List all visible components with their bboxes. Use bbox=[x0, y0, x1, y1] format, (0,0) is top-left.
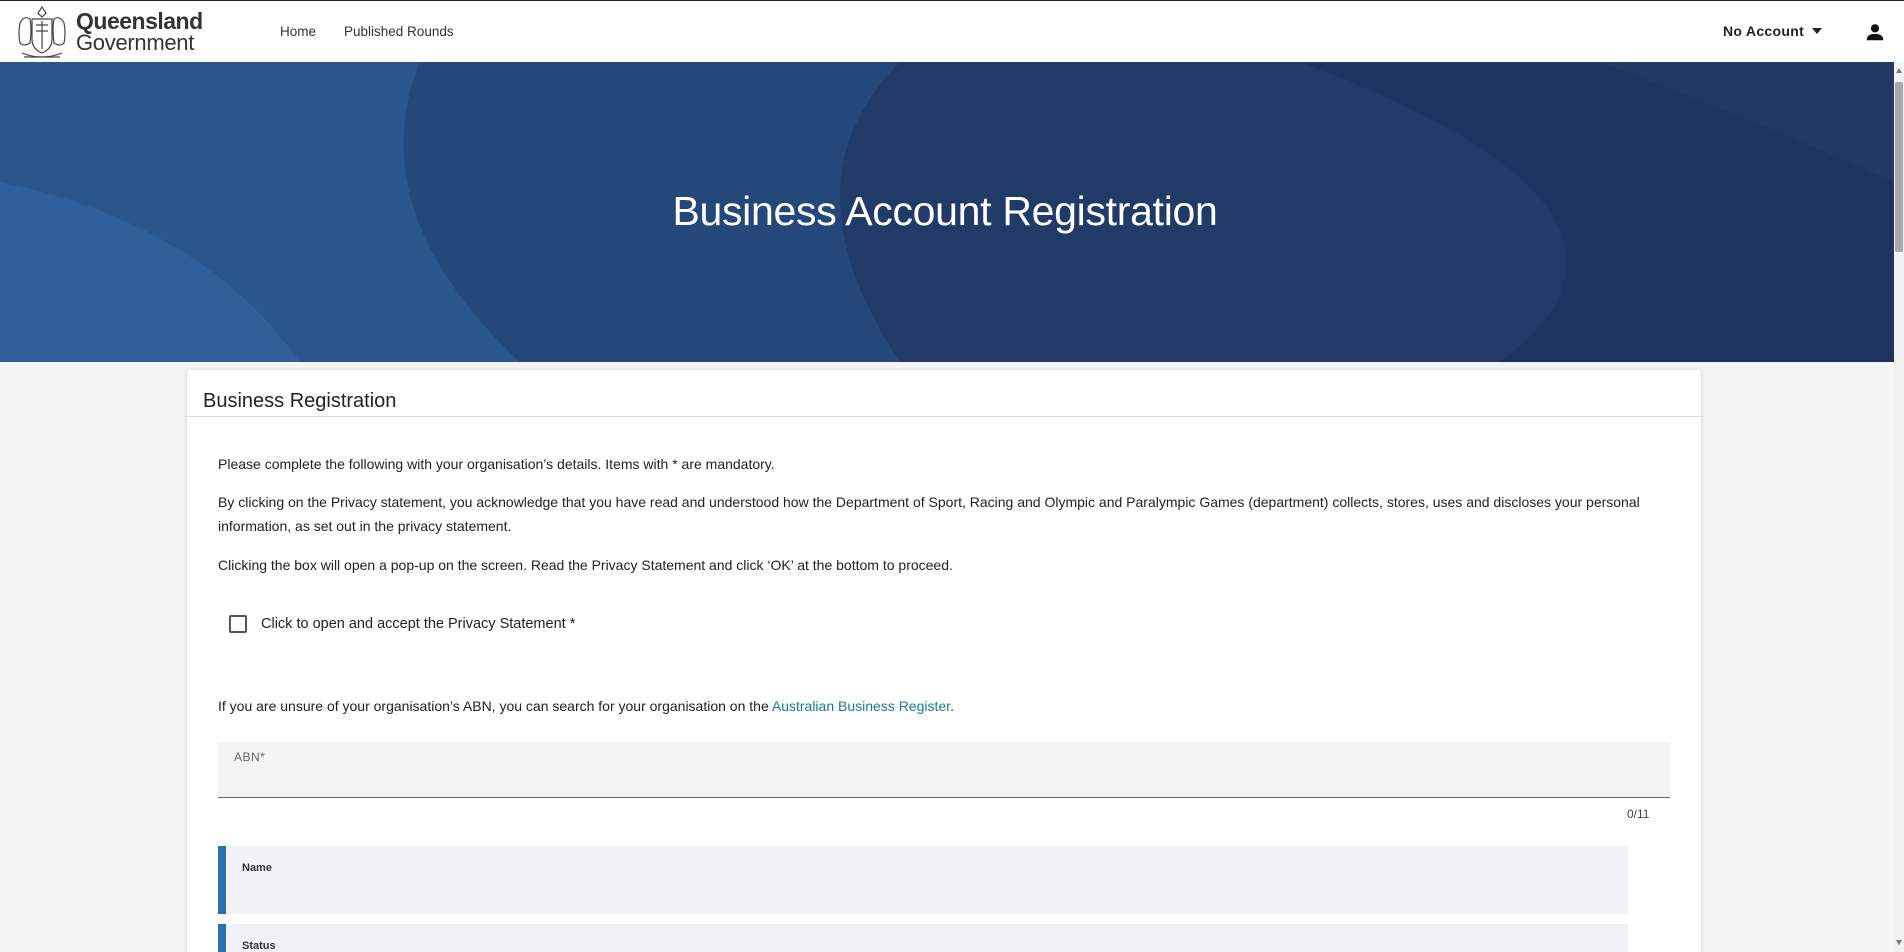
intro-text: Please complete the following with your … bbox=[218, 456, 775, 472]
abn-hint-text: If you are unsure of your organisation’s… bbox=[218, 694, 1678, 718]
logo-wordmark: Queensland Government bbox=[76, 10, 203, 54]
nav-link-published-rounds[interactable]: Published Rounds bbox=[344, 24, 454, 39]
coat-of-arms-icon bbox=[18, 5, 66, 58]
status-label: Status bbox=[242, 940, 276, 952]
logo-line-2: Government bbox=[76, 30, 195, 55]
privacy-note-text: By clicking on the Privacy statement, yo… bbox=[218, 494, 1640, 534]
scroll-down-arrow-icon[interactable] bbox=[1896, 940, 1902, 945]
abn-hint-prefix: If you are unsure of your organisation’s… bbox=[218, 698, 772, 714]
card-title: Business Registration bbox=[203, 390, 397, 412]
australian-business-register-link[interactable]: Australian Business Register bbox=[772, 698, 950, 714]
nav-link-home[interactable]: Home bbox=[280, 24, 316, 39]
privacy-checkbox-label[interactable]: Click to open and accept the Privacy Sta… bbox=[261, 616, 575, 632]
user-icon[interactable] bbox=[1864, 21, 1886, 43]
business-registration-card: Business Registration Please complete th… bbox=[187, 370, 1701, 952]
scrollbar-thumb[interactable] bbox=[1895, 82, 1903, 252]
name-field: Name bbox=[218, 846, 1628, 914]
abn-character-counter: 0/11 bbox=[1627, 807, 1650, 821]
account-label: No Account bbox=[1723, 23, 1805, 39]
queensland-government-logo[interactable]: Queensland Government bbox=[14, 3, 203, 61]
privacy-checkbox[interactable] bbox=[229, 615, 247, 633]
scroll-up-arrow-icon[interactable] bbox=[1896, 68, 1902, 73]
name-label: Name bbox=[242, 862, 272, 874]
abn-label: ABN* bbox=[234, 750, 266, 764]
top-navigation-bar: Queensland Government Home Published Rou… bbox=[0, 0, 1904, 62]
hero-banner: Business Account Registration bbox=[0, 62, 1894, 362]
account-dropdown[interactable]: No Account bbox=[1723, 23, 1823, 39]
popup-note-text: Clicking the box will open a pop-up on t… bbox=[218, 557, 953, 573]
abn-input[interactable]: ABN* bbox=[218, 742, 1670, 798]
caret-down-icon bbox=[1812, 28, 1823, 34]
abn-hint-suffix: . bbox=[950, 698, 954, 714]
logo-line-1: Queensland bbox=[76, 8, 203, 34]
page-scrollbar[interactable] bbox=[1894, 62, 1904, 952]
main-nav: Home Published Rounds bbox=[280, 1, 454, 61]
privacy-checkbox-row[interactable]: Click to open and accept the Privacy Sta… bbox=[229, 615, 575, 633]
page-title: Business Account Registration bbox=[672, 188, 1218, 234]
card-divider bbox=[187, 416, 1701, 417]
status-field: Status bbox=[218, 924, 1628, 952]
